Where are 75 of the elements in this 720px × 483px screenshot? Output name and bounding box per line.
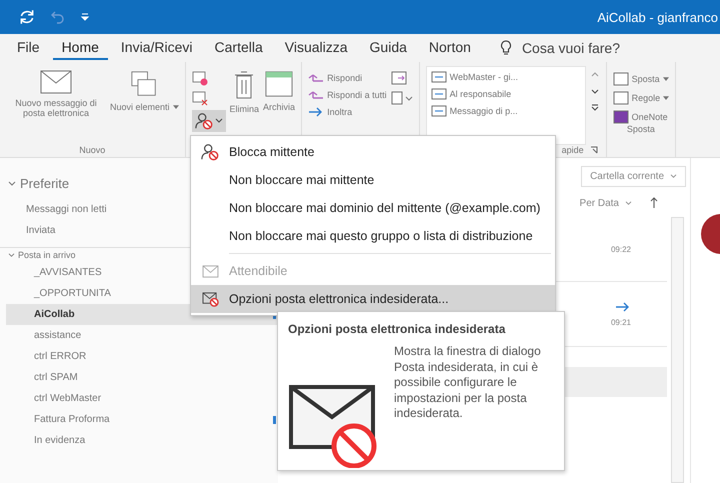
blocked-person-icon [201,143,219,161]
menu-item[interactable]: Opzioni posta elettronica indesiderata... [191,285,555,313]
move-group-button[interactable]: Regole [612,91,670,105]
arrow-icon [308,72,324,84]
menu-item[interactable]: Non bloccare mai mittente [191,166,555,194]
ignore-icon[interactable] [192,70,208,86]
group-label: Nuovo [79,145,106,155]
tell-me-field[interactable]: Cosa vuoi fare? [522,40,632,56]
dialog-launcher-icon[interactable] [590,146,598,154]
ribbon-tab[interactable]: File [8,36,49,60]
menu-item[interactable]: Blocca mittente [191,138,555,166]
customize-caret-icon[interactable] [80,12,90,22]
folder-item[interactable]: assistance [6,325,278,346]
junk-dropdown-button[interactable] [192,110,226,132]
move-group-button[interactable]: Sposta [612,72,670,86]
caret-icon [214,118,223,124]
caret-icon [662,76,669,82]
envelope-icon [202,264,218,278]
scrollbar[interactable] [671,217,684,483]
ribbon-tab[interactable]: Cartella [206,36,272,60]
caret-icon [670,174,677,179]
menu-item[interactable]: Non bloccare mai dominio del mittente (@example.com) [191,194,555,222]
respond-button[interactable]: Rispondi a tutti [308,89,387,101]
folder-item[interactable]: In evidenza [6,430,278,451]
tool-icon [612,110,629,124]
group-label: Sposta [626,124,655,134]
envelope-icon [40,70,72,94]
chevron-icon [8,252,15,258]
sort-arrow-icon[interactable] [650,197,658,209]
caret-icon [663,96,670,100]
blocked-person-icon [194,112,213,130]
ribbon-tab[interactable]: Norton [420,36,480,60]
folder-item[interactable]: ctrl SPAM [6,367,278,388]
meeting-icon[interactable] [390,70,407,86]
menu-item[interactable]: Non bloccare mai questo gruppo o lista di distribuzione [191,222,555,250]
tool-icon [612,72,629,86]
tooltip-title: Opzioni posta elettronica indesiderata [288,322,506,336]
arrow-icon [308,89,324,101]
ribbon-tab[interactable]: Guida [360,36,416,60]
archive-box-icon [265,70,294,98]
ribbon-tab[interactable]: Visualizza [276,36,357,60]
message-time: 09:22 [610,244,631,254]
favorites-header[interactable]: Preferite [0,176,70,191]
folder-item[interactable]: Fattura Proforma [6,409,278,430]
group-label: apide [562,145,584,155]
quick-step-item[interactable]: Messaggio di p... [430,104,581,118]
caret-icon [172,104,179,110]
new-email-button[interactable]: Nuovo messaggio di posta elettronica [6,66,106,145]
arrow-icon [308,106,324,118]
expand-gallery-icon[interactable] [590,102,600,112]
quick-step-item[interactable]: WebMaster - gi... [430,70,581,84]
move-group-button[interactable]: OneNote [612,110,670,124]
caret-icon [625,200,632,206]
more-respond-icon[interactable] [390,90,413,106]
sync-icon[interactable] [18,8,36,26]
new-items-button[interactable]: Nuovi elementi [110,66,179,145]
stacked-windows-icon [131,70,158,98]
ribbon-tab[interactable]: Home [52,36,108,60]
blocked-envelope-icon [202,292,218,306]
tool-icon [612,91,629,105]
sort-button[interactable]: Per Data [580,198,632,208]
tooltip-description: Mostra la finestra di dialogo Posta indesiderata, in cui è possibile configurare le impostazioni per la posta indesiderata. [394,344,542,422]
search-scope-dropdown[interactable]: Cartella corrente [581,166,686,187]
trash-icon [234,70,254,100]
message-time: 09:21 [610,318,631,326]
respond-button[interactable]: Inoltra [308,106,387,118]
ribbon-tab[interactable]: Invia/Ricevi [112,36,202,60]
folder-item[interactable]: ctrl WebMaster [6,388,278,409]
cleanup-icon[interactable] [192,90,208,106]
lightbulb-icon [500,40,512,56]
window-title: AiCollab - gianfranco [597,10,718,24]
folder-item[interactable]: ctrl ERROR [6,346,278,367]
respond-button[interactable]: Rispondi [308,72,387,84]
quick-step-item[interactable]: Al responsabile [430,87,581,101]
chevron-icon [8,180,16,186]
